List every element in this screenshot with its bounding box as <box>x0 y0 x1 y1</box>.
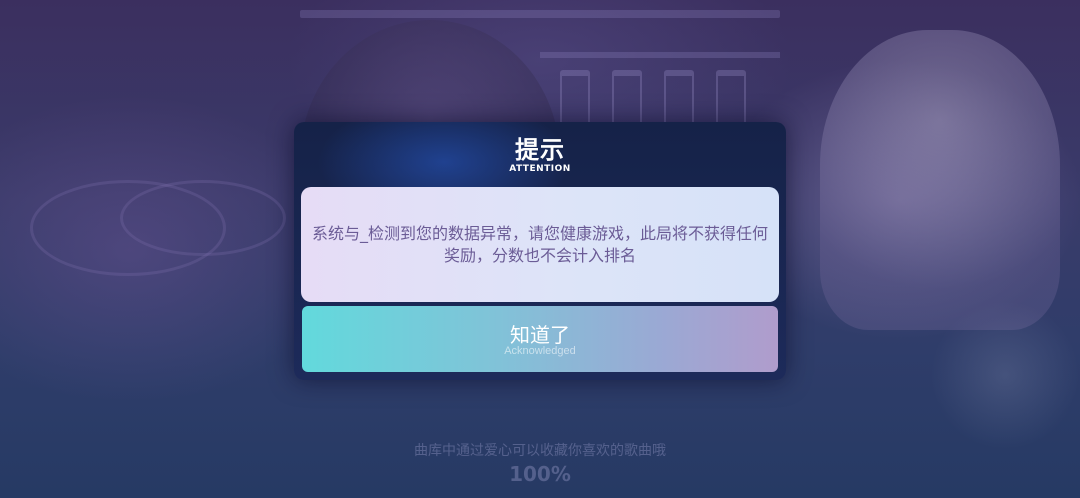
dialog-subtitle: ATTENTION <box>509 164 571 174</box>
acknowledge-button-sublabel: Acknowledged <box>504 345 576 357</box>
loading-hint-text: 曲库中通过爱心可以收藏你喜欢的歌曲哦 <box>414 443 666 459</box>
dialog-message: 系统与_检测到您的数据异常，请您健康游戏，此局将不获得任何奖励，分数也不会计入排… <box>311 223 768 265</box>
background-character-right <box>820 30 1060 330</box>
dialog-message-box: 系统与_检测到您的数据异常，请您健康游戏，此局将不获得任何奖励，分数也不会计入排… <box>301 187 779 302</box>
background-flowers <box>930 300 1080 450</box>
dialog-title: 提示 <box>515 136 565 164</box>
attention-dialog: 提示 ATTENTION 系统与_检测到您的数据异常，请您健康游戏，此局将不获得… <box>294 122 786 380</box>
background-shelf <box>540 52 780 58</box>
loading-progress-text: 100% <box>509 462 571 486</box>
acknowledge-button[interactable]: 知道了 Acknowledged <box>302 306 778 372</box>
background-drum <box>120 180 286 256</box>
acknowledge-button-label: 知道了 <box>510 325 570 347</box>
background-shelf <box>300 10 780 18</box>
